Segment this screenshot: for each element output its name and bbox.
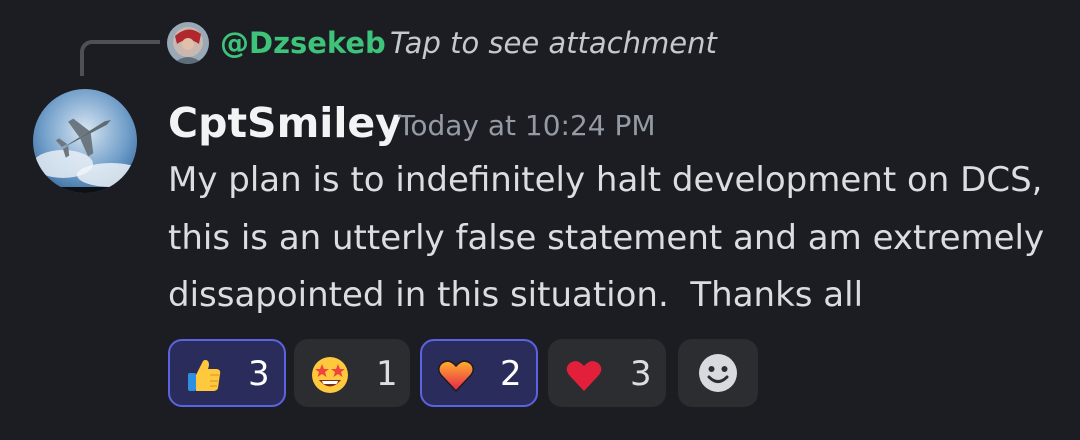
reaction-heart-on-fire[interactable]: 2 [420, 339, 538, 407]
thumbs-up-icon [188, 359, 221, 391]
user-avatar-icon [167, 22, 209, 64]
message-timestamp: Today at 10:24 PM [398, 109, 656, 142]
author-avatar[interactable] [33, 89, 137, 193]
reply-username[interactable]: @Dzsekeb [220, 24, 386, 62]
heart-on-fire-icon [438, 360, 474, 393]
reaction-thumbs-up[interactable]: 3 [168, 339, 286, 407]
reply-preview-text[interactable]: Tap to see attachment [390, 24, 717, 62]
red-heart-icon [566, 361, 602, 391]
message-line: dissapointed in this situation. Thanks a… [168, 275, 864, 315]
reaction-count: 1 [376, 354, 398, 394]
message-body: My plan is to indefinitely halt developm… [168, 152, 1068, 325]
reply-connector-line [80, 40, 160, 76]
add-reaction-button[interactable] [678, 339, 758, 407]
reaction-star-struck[interactable]: 1 [294, 339, 410, 407]
message-author[interactable]: CptSmiley [168, 98, 402, 148]
reply-user-avatar[interactable] [167, 22, 209, 64]
message-line: My plan is to indefinitely halt developm… [168, 160, 1043, 200]
reaction-count: 3 [248, 354, 270, 394]
reaction-red-heart[interactable]: 3 [548, 339, 666, 407]
reaction-count: 3 [630, 354, 652, 394]
message-line: this is an utterly false statement and a… [168, 217, 1045, 258]
fighter-jet-avatar-icon [33, 89, 137, 193]
star-struck-icon [312, 357, 348, 393]
reaction-count: 2 [500, 354, 522, 394]
add-reaction-smiley-icon [699, 354, 737, 392]
